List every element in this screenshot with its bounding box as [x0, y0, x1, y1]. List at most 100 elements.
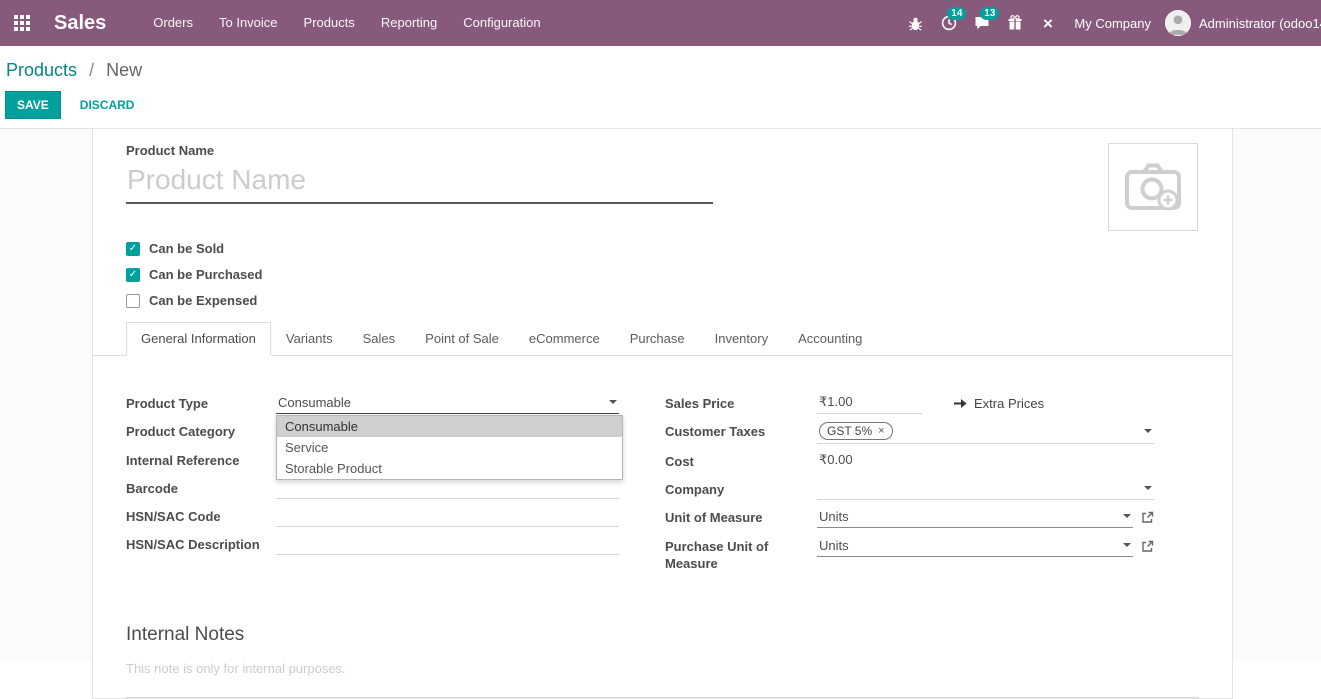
can-be-sold-checkbox[interactable]: ✓: [126, 242, 140, 256]
customer-taxes-row: Customer Taxes GST 5% ×: [665, 420, 1154, 444]
user-menu[interactable]: Administrator (odoo14: [1191, 16, 1321, 31]
can-be-purchased-label: Can be Purchased: [149, 267, 262, 282]
can-be-sold-row[interactable]: ✓ Can be Sold: [126, 241, 1232, 256]
activities-button[interactable]: 14: [932, 0, 965, 46]
menu-reporting[interactable]: Reporting: [368, 0, 450, 46]
can-be-expensed-row[interactable]: Can be Expensed: [126, 293, 1232, 308]
cost-value: ₹0.00: [819, 452, 853, 468]
tab-general-information[interactable]: General Information: [126, 322, 271, 356]
tab-accounting[interactable]: Accounting: [783, 322, 877, 356]
tax-tag[interactable]: GST 5% ×: [819, 422, 893, 440]
extra-prices-link[interactable]: Extra Prices: [954, 392, 1044, 411]
uom-external-link-icon[interactable]: [1141, 511, 1154, 529]
tax-tag-remove-icon[interactable]: ×: [878, 423, 884, 439]
chevron-down-icon: [1144, 486, 1152, 490]
tools-button[interactable]: ×: [1031, 0, 1064, 46]
menu-configuration[interactable]: Configuration: [450, 0, 553, 46]
dropdown-option-service[interactable]: Service: [277, 437, 622, 458]
purchase-uom-value: Units: [819, 538, 849, 553]
breadcrumb-products-link[interactable]: Products: [6, 60, 77, 80]
hsn-description-row: HSN/SAC Description: [126, 533, 619, 555]
capability-checkboxes: ✓ Can be Sold ✓ Can be Purchased Can be …: [93, 231, 1232, 308]
cost-row: Cost ₹0.00: [665, 450, 1154, 472]
uom-label: Unit of Measure: [665, 506, 817, 526]
product-image-upload[interactable]: [1108, 143, 1198, 231]
can-be-purchased-row[interactable]: ✓ Can be Purchased: [126, 267, 1232, 282]
topbar-right: 14 13 × My Company: [899, 0, 1321, 46]
tab-purchase[interactable]: Purchase: [615, 322, 700, 356]
hsn-description-label: HSN/SAC Description: [126, 533, 276, 553]
product-name-block: Product Name: [126, 143, 713, 231]
chevron-down-icon: [609, 400, 617, 404]
breadcrumb: Products / New: [0, 46, 1321, 83]
save-button[interactable]: SAVE: [5, 91, 61, 119]
gift-button[interactable]: [998, 0, 1031, 46]
form-action-bar: SAVE DISCARD: [0, 83, 1321, 129]
purchase-uom-select[interactable]: Units: [817, 535, 1133, 557]
dropdown-option-consumable[interactable]: Consumable: [277, 416, 622, 437]
dropdown-option-storable-product[interactable]: Storable Product: [277, 458, 622, 479]
tab-variants[interactable]: Variants: [271, 322, 348, 356]
sales-price-input[interactable]: ₹1.00: [817, 392, 922, 414]
can-be-expensed-label: Can be Expensed: [149, 293, 257, 308]
breadcrumb-separator: /: [89, 60, 94, 80]
menu-orders[interactable]: Orders: [140, 0, 206, 46]
apps-menu-button[interactable]: [0, 0, 44, 46]
company-row: Company: [665, 478, 1154, 500]
hsn-description-input[interactable]: [276, 533, 619, 555]
uom-value: Units: [819, 509, 849, 524]
customer-taxes-label: Customer Taxes: [665, 420, 817, 440]
debug-button[interactable]: [899, 0, 932, 46]
menu-products[interactable]: Products: [291, 0, 368, 46]
arrow-right-icon: [954, 398, 967, 409]
messages-button[interactable]: 13: [965, 0, 998, 46]
messages-count-badge: 13: [980, 7, 999, 20]
product-type-row: Product Type Consumable: [126, 392, 619, 414]
internal-notes-section: Internal Notes This note is only for int…: [93, 578, 1232, 698]
app-title[interactable]: Sales: [54, 12, 106, 35]
barcode-input[interactable]: [276, 477, 619, 499]
tab-inventory[interactable]: Inventory: [700, 322, 783, 356]
tab-sales[interactable]: Sales: [348, 322, 411, 356]
product-category-label: Product Category: [126, 420, 276, 440]
company-label: Company: [665, 478, 817, 498]
can-be-sold-label: Can be Sold: [149, 241, 224, 256]
gift-icon: [1007, 15, 1023, 31]
user-avatar[interactable]: [1165, 10, 1191, 36]
product-name-input[interactable]: [126, 162, 713, 204]
cost-input[interactable]: ₹0.00: [817, 450, 1154, 472]
sales-price-row: Sales Price ₹1.00 Extra Prices: [665, 392, 1154, 414]
product-type-value: Consumable: [278, 395, 351, 410]
general-information-panel: Product Type Consumable Consumable Servi…: [93, 356, 1232, 578]
tab-ecommerce[interactable]: eCommerce: [514, 322, 615, 356]
product-type-select[interactable]: Consumable: [276, 392, 619, 414]
cost-label: Cost: [665, 450, 817, 470]
company-select[interactable]: [817, 478, 1154, 500]
hsn-code-input[interactable]: [276, 505, 619, 527]
can-be-expensed-checkbox[interactable]: [126, 294, 140, 308]
purchase-uom-external-link-icon[interactable]: [1141, 540, 1154, 558]
fields-right-column: Sales Price ₹1.00 Extra Prices Customer …: [665, 392, 1154, 578]
section-divider: [126, 697, 1199, 698]
can-be-purchased-checkbox[interactable]: ✓: [126, 268, 140, 282]
product-type-dropdown: Consumable Service Storable Product: [276, 415, 623, 480]
customer-taxes-input[interactable]: GST 5% ×: [817, 420, 1154, 444]
tools-icon: ×: [1043, 15, 1053, 32]
barcode-row: Barcode: [126, 477, 619, 499]
extra-prices-label: Extra Prices: [974, 396, 1044, 411]
chevron-down-icon: [1123, 543, 1131, 547]
internal-notes-input[interactable]: This note is only for internal purposes.: [126, 661, 1199, 676]
top-navbar: Sales Orders To Invoice Products Reporti…: [0, 0, 1321, 46]
avatar-person-icon: [1165, 10, 1191, 36]
uom-row: Unit of Measure Units: [665, 506, 1154, 529]
discard-button[interactable]: DISCARD: [74, 97, 141, 113]
tab-point-of-sale[interactable]: Point of Sale: [410, 322, 514, 356]
internal-notes-title: Internal Notes: [126, 624, 1199, 646]
company-switcher[interactable]: My Company: [1064, 16, 1165, 31]
fields-left-column: Product Type Consumable Consumable Servi…: [126, 392, 619, 578]
menu-to-invoice[interactable]: To Invoice: [206, 0, 291, 46]
sales-price-label: Sales Price: [665, 392, 817, 412]
bug-icon: [908, 16, 923, 31]
hsn-code-label: HSN/SAC Code: [126, 505, 276, 525]
uom-select[interactable]: Units: [817, 506, 1133, 528]
